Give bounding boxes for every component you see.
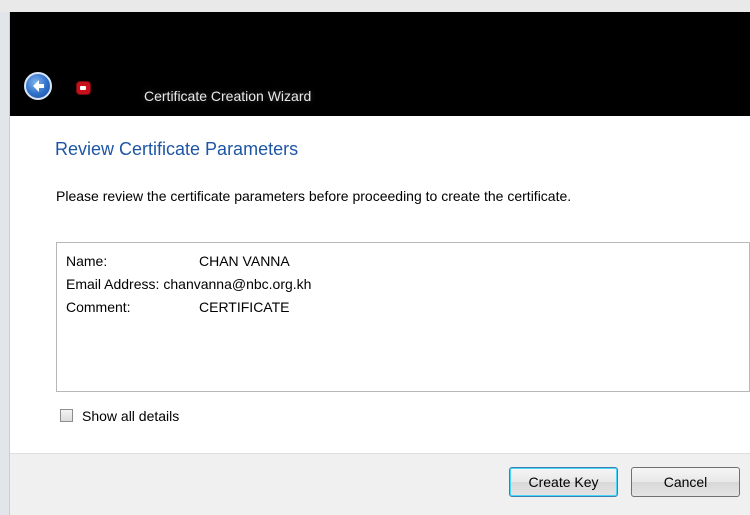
page-heading: Review Certificate Parameters (55, 139, 299, 159)
wizard-window: Certificate Creation Wizard Review Certi… (0, 0, 750, 515)
back-arrow-icon[interactable] (24, 72, 52, 100)
param-value-email: chanvanna@nbc.org.kh (163, 276, 312, 292)
certificate-app-icon (76, 81, 91, 95)
param-label-email: Email Address: (66, 276, 160, 292)
cancel-button[interactable]: Cancel (631, 467, 740, 497)
instructions-text: Please review the certificate parameters… (56, 188, 572, 204)
footer-divider (10, 453, 750, 454)
show-all-details-label[interactable]: Show all details (82, 408, 179, 424)
left-window-edge (0, 12, 10, 515)
title-bar: Certificate Creation Wizard (10, 12, 750, 116)
param-row-name: Name: CHAN VANNA (66, 253, 290, 273)
wizard-content: Review Certificate Parameters Please rev… (10, 116, 750, 454)
param-value-name: CHAN VANNA (199, 253, 290, 269)
parameters-box: Name: CHAN VANNA Email Address: chanvanna@… (56, 242, 750, 392)
param-value-comment: CERTIFICATE (199, 299, 290, 315)
top-strip (0, 0, 750, 12)
param-label-name: Name: (66, 253, 108, 269)
param-row-email: Email Address: chanvanna@nbc.org.kh (66, 276, 311, 296)
show-all-details-checkbox[interactable] (60, 409, 73, 422)
param-label-comment: Comment: (66, 299, 131, 315)
param-row-comment: Comment: CERTIFICATE (66, 299, 290, 319)
create-key-button[interactable]: Create Key (509, 467, 618, 497)
window-title: Certificate Creation Wizard (144, 88, 312, 104)
